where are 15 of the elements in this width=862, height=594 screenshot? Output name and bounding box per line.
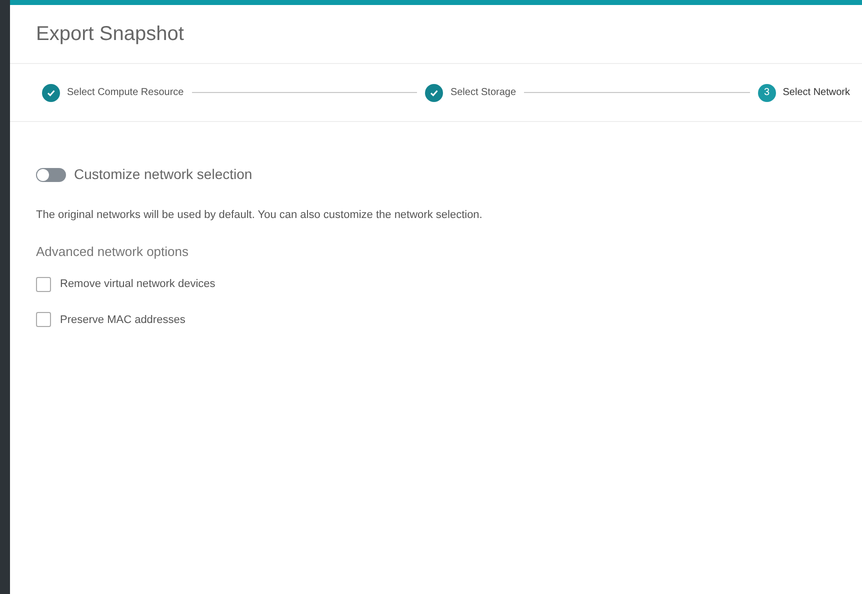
checkbox-label: Preserve MAC addresses (60, 312, 186, 328)
checkbox[interactable] (36, 276, 51, 292)
dialog-title: Export Snapshot (36, 22, 184, 47)
description-text: The original networks will be used by default. You can also customize the network selection. (36, 208, 484, 223)
checkbox-label: Remove virtual network devices (60, 277, 216, 292)
step-label: Select Network (782, 86, 850, 100)
step-label: Select Storage (450, 86, 516, 100)
step-number-marker: 3 (758, 84, 776, 102)
toggle-switch[interactable] (36, 168, 66, 182)
check-icon (46, 88, 56, 98)
section-heading: Advanced network options (36, 242, 190, 261)
toggle-label: Customize network selection (74, 165, 252, 184)
checkbox[interactable] (36, 312, 51, 328)
check-icon (429, 88, 440, 98)
step-label: Select Compute Resource (67, 86, 184, 100)
